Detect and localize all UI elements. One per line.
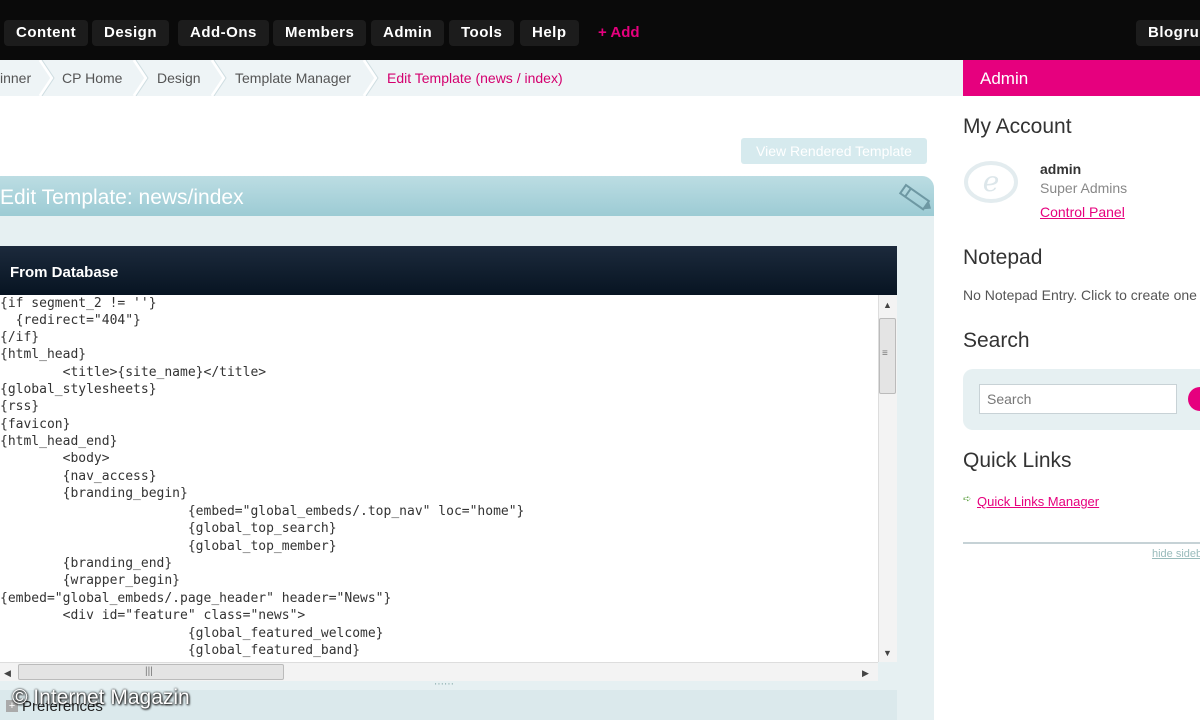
user-role: Super Admins xyxy=(1040,180,1128,196)
nav-item-add-ons[interactable]: Add-Ons xyxy=(178,20,269,46)
user-name: admin xyxy=(1040,161,1082,177)
code-line: {global_featured_welcome} xyxy=(0,626,384,641)
code-line: {global_featured_band} xyxy=(0,643,361,658)
code-line: {redirect="404"} xyxy=(0,313,141,328)
grip-icon: ≡ xyxy=(882,348,888,359)
code-line: {wrapper_begin} xyxy=(0,573,181,588)
nav-item-tools[interactable]: Tools xyxy=(449,20,515,46)
code-line: <body> xyxy=(0,451,110,466)
breadcrumb-item-design[interactable]: Design xyxy=(157,70,201,86)
arrow-right-icon: ➪ xyxy=(963,494,972,505)
code-line: {html_head} xyxy=(0,347,87,362)
quick-links-heading: Quick Links xyxy=(963,449,1072,472)
breadcrumb-separator xyxy=(210,60,227,96)
breadcrumb-separator xyxy=(132,60,149,96)
site-name-button[interactable]: Blogrun xyxy=(1136,20,1200,46)
sidebar-divider xyxy=(963,542,1200,544)
code-line: {branding_begin} xyxy=(0,486,188,501)
copyright-watermark: © Internet Magazin xyxy=(12,686,190,709)
code-line: {/if} xyxy=(0,330,40,345)
template-code-editor[interactable]: {if segment_2 != ''} {redirect="404"} {/… xyxy=(0,295,878,662)
code-line: {embed="global_embeds/.page_header" head… xyxy=(0,591,392,606)
quick-links-manager-link[interactable]: Quick Links Manager xyxy=(977,494,1099,509)
resize-handle-icon[interactable]: ⋯⋯ xyxy=(434,679,454,690)
my-account-heading: My Account xyxy=(963,115,1072,138)
page-title: Edit Template: news/index xyxy=(0,186,244,209)
scroll-down-arrow-icon[interactable]: ▼ xyxy=(883,648,892,658)
nav-item-members[interactable]: Members xyxy=(273,20,367,46)
svg-text:e: e xyxy=(983,165,1000,198)
code-line: <div id="feature" class="news"> xyxy=(0,608,306,623)
grip-icon: ||| xyxy=(145,666,153,677)
nav-item-help[interactable]: Help xyxy=(520,20,579,46)
view-rendered-template-button[interactable]: View Rendered Template xyxy=(741,138,927,164)
code-line: {branding_end} xyxy=(0,556,173,571)
code-line: {global_stylesheets} xyxy=(0,382,157,397)
search-input[interactable] xyxy=(979,384,1177,414)
expressionengine-logo: e xyxy=(964,161,1018,203)
hide-sidebar-link[interactable]: hide sidebar xyxy=(1152,548,1200,560)
nav-item-content[interactable]: Content xyxy=(4,20,89,46)
admin-tab-label[interactable]: Admin xyxy=(980,69,1028,89)
notepad-heading: Notepad xyxy=(963,246,1043,269)
nav-item-admin[interactable]: Admin xyxy=(371,20,445,46)
nav-add-link[interactable]: + Add xyxy=(598,20,640,46)
code-line: {rss} xyxy=(0,399,40,414)
code-line: {nav_access} xyxy=(0,469,157,484)
source-header-bar xyxy=(0,246,897,295)
control-panel-link[interactable]: Control Panel xyxy=(1040,204,1125,220)
breadcrumb-separator xyxy=(38,60,55,96)
scroll-right-arrow-icon[interactable]: ▶ xyxy=(862,668,869,678)
breadcrumb-item-template-manager[interactable]: Template Manager xyxy=(235,70,351,86)
breadcrumb-item-current: Edit Template (news / index) xyxy=(387,70,563,86)
code-line: {global_top_search} xyxy=(0,521,337,536)
scroll-left-arrow-icon[interactable]: ◀ xyxy=(4,668,11,678)
code-line: {favicon} xyxy=(0,417,71,432)
breadcrumb-item-site[interactable]: inner xyxy=(0,70,31,86)
code-line: <title>{site_name}</title> xyxy=(0,365,267,380)
code-line: {html_head_end} xyxy=(0,434,118,449)
search-heading: Search xyxy=(963,329,1030,352)
pencil-icon xyxy=(898,183,931,211)
code-line: {global_top_member} xyxy=(0,539,337,554)
notepad-empty-text[interactable]: No Notepad Entry. Click to create one xyxy=(963,287,1197,303)
code-line: {embed="global_embeds/.top_nav" loc="hom… xyxy=(0,504,525,519)
nav-item-design[interactable]: Design xyxy=(92,20,170,46)
code-line: {if segment_2 != ''} xyxy=(0,296,157,311)
breadcrumb-separator xyxy=(362,60,379,96)
template-source-label: From Database xyxy=(10,264,119,281)
scroll-up-arrow-icon[interactable]: ▲ xyxy=(883,300,892,310)
breadcrumb-item-cp-home[interactable]: CP Home xyxy=(62,70,122,86)
